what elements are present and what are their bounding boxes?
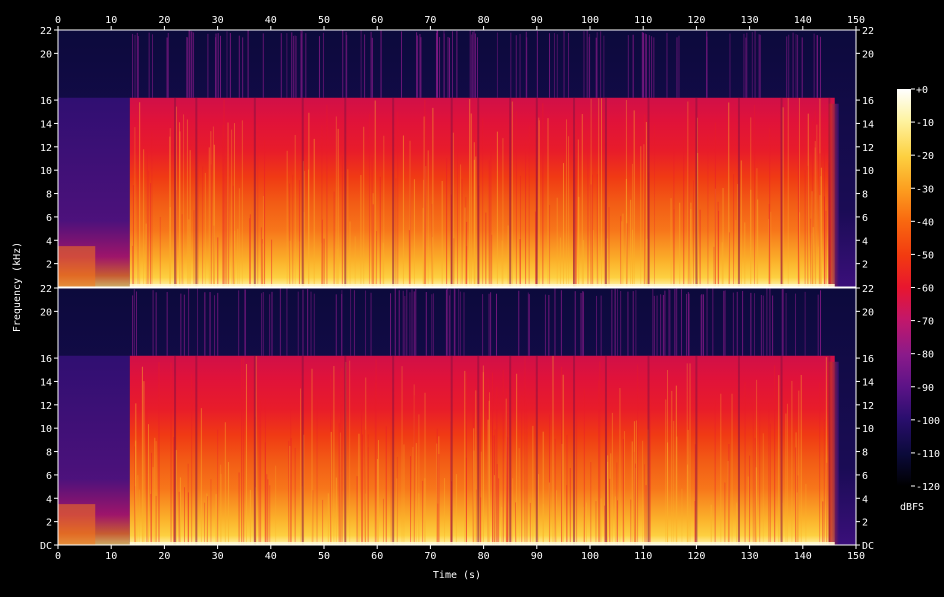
y-tick-label-right: 6 [862,471,868,482]
x-tick-label-top: 10 [105,15,117,26]
colorbar-tick-label: -40 [916,217,934,228]
colorbar-tick-label: +0 [916,85,928,96]
y-tick-label-right: 6 [862,213,868,224]
y-tick-label-right: 12 [862,401,874,412]
colorbar-tick-label: -30 [916,184,934,195]
y-tick-label-right: 22 [862,26,874,37]
x-tick-label-top: 120 [687,15,705,26]
colorbar-tick-label: -110 [916,449,940,460]
y-tick-label-left: DC [40,541,52,552]
y-tick-label-right: 8 [862,190,868,201]
x-tick-label-top: 0 [55,15,61,26]
x-tick-label-top: 100 [581,15,599,26]
x-tick-label-top: 70 [424,15,436,26]
y-tick-label-left: 2 [46,518,52,529]
x-tick-label-bottom: 110 [634,551,652,562]
spectrogram-panel-channel-2 [58,288,856,545]
x-tick-label-bottom: 120 [687,551,705,562]
y-tick-label-right: 16 [862,96,874,107]
spectrogram-svg: 2 24 46 68 810 1012 1214 1416 1620 2022 22DC DC2 24 4… [12,15,940,581]
x-tick-label-bottom: 50 [318,551,330,562]
y-tick-label-right: 22 [862,284,874,295]
y-tick-label-left: 20 [40,307,52,318]
y-tick-label-left: 14 [40,377,52,388]
y-tick-label-left: 6 [46,471,52,482]
y-tick-label-left: 12 [40,143,52,154]
y-tick-label-right: 16 [862,354,874,365]
colorbar-tick-label: -10 [916,118,934,129]
x-tick-label-bottom: 10 [105,551,117,562]
y-tick-label-right: 20 [862,307,874,318]
colorbar-label: dBFS [900,502,924,513]
x-tick-label-bottom: 90 [531,551,543,562]
colorbar-tick-label: -60 [916,284,934,295]
colorbar-tick-label: -120 [916,482,940,493]
colorbar-tick-label: -80 [916,350,934,361]
y-tick-label-left: 14 [40,119,52,130]
x-tick-label-top: 110 [634,15,652,26]
y-tick-label-left: 2 [46,260,52,271]
x-tick-label-top: 140 [794,15,812,26]
x-tick-label-bottom: 30 [212,551,224,562]
x-tick-label-bottom: 140 [794,551,812,562]
y-tick-label-left: 8 [46,190,52,201]
y-tick-label-right: 2 [862,518,868,529]
y-tick-label-right: 14 [862,377,874,388]
x-tick-label-bottom: 130 [741,551,759,562]
x-tick-label-top: 80 [478,15,490,26]
x-tick-label-top: 30 [212,15,224,26]
y-tick-label-left: 20 [40,49,52,60]
y-tick-label-left: 6 [46,213,52,224]
colorbar-tick-label: -50 [916,250,934,261]
y-tick-label-left: 8 [46,448,52,459]
colorbar-tick-label: -70 [916,317,934,328]
colorbar [897,89,911,486]
y-axis-title: Frequency (kHz) [12,242,23,332]
y-tick-label-right: 4 [862,494,868,505]
y-tick-label-right: 12 [862,143,874,154]
y-tick-label-right: 10 [862,424,874,435]
x-tick-label-bottom: 100 [581,551,599,562]
intro-low-band [58,246,96,287]
x-tick-label-bottom: 20 [158,551,170,562]
colorbar-tick-label: -90 [916,383,934,394]
x-tick-label-bottom: 0 [55,551,61,562]
x-tick-label-top: 60 [371,15,383,26]
colorbar-tick-label: -100 [916,416,940,427]
y-tick-label-right: 10 [862,166,874,177]
x-axis-title: Time (s) [433,570,481,581]
y-tick-label-left: 4 [46,494,52,505]
colorbar-tick-label: -20 [916,151,934,162]
x-tick-label-bottom: 60 [371,551,383,562]
y-tick-label-left: 10 [40,424,52,435]
x-tick-label-top: 90 [531,15,543,26]
x-tick-label-top: 40 [265,15,277,26]
y-tick-label-left: 22 [40,26,52,37]
y-tick-label-right: 2 [862,260,868,271]
intro-low-band [58,504,96,545]
x-tick-label-bottom: 80 [478,551,490,562]
y-tick-label-left: 10 [40,166,52,177]
y-tick-label-left: 16 [40,96,52,107]
spectrogram-panel-channel-1 [58,30,856,287]
x-tick-label-top: 130 [741,15,759,26]
y-tick-label-right: 8 [862,448,868,459]
x-tick-label-bottom: 70 [424,551,436,562]
y-tick-label-left: 22 [40,284,52,295]
x-tick-label-top: 50 [318,15,330,26]
x-tick-label-top: 20 [158,15,170,26]
spectrogram-figure: 2 2 4 4 6 6 8 8 10 10 12 12 14 14 16 16 20 20 22 22 DC DC 2 2 4 4… [0,0,944,593]
y-tick-label-right: 20 [862,49,874,60]
y-tick-label-left: 4 [46,236,52,247]
y-tick-label-right: 4 [862,236,868,247]
y-tick-label-left: 16 [40,354,52,365]
x-tick-label-bottom: 150 [847,551,865,562]
y-tick-label-left: 12 [40,401,52,412]
x-tick-label-bottom: 40 [265,551,277,562]
x-tick-label-top: 150 [847,15,865,26]
y-tick-label-right: 14 [862,119,874,130]
